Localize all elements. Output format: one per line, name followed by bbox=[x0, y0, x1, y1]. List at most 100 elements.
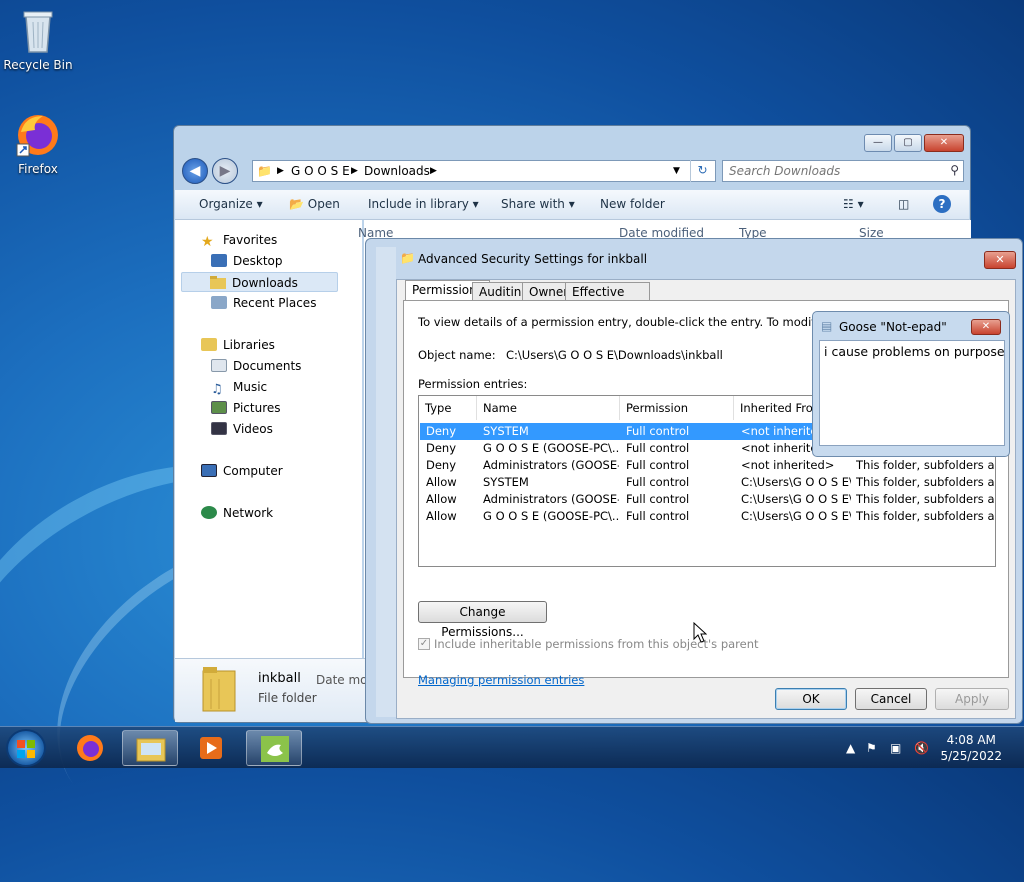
taskbar-firefox[interactable] bbox=[62, 730, 118, 766]
inherit-permissions-checkbox[interactable]: ✓ bbox=[418, 638, 430, 650]
open-label: Open bbox=[307, 197, 340, 211]
apply-button[interactable]: Apply bbox=[935, 688, 1009, 710]
row-applies: This folder, subfolders and... bbox=[856, 492, 994, 506]
maximize-button[interactable]: ▢ bbox=[894, 134, 922, 152]
preview-pane-icon[interactable]: ◫ bbox=[898, 197, 909, 211]
row-type: Allow bbox=[426, 475, 457, 489]
search-input[interactable] bbox=[723, 161, 933, 181]
firefox-icon bbox=[15, 112, 61, 158]
row-inherited: C:\Users\G O O S E\ bbox=[741, 475, 851, 489]
permission-row[interactable]: Allow G O O S E (GOOSE-PC\... Full contr… bbox=[420, 508, 994, 525]
tab-effective-permissions[interactable]: Effective Permissions bbox=[565, 282, 650, 313]
row-name: SYSTEM bbox=[483, 424, 529, 438]
row-type: Deny bbox=[426, 424, 457, 438]
organize-button[interactable]: Organize ▾ bbox=[199, 197, 263, 211]
notepad-title: Goose "Not-epad" bbox=[839, 320, 947, 334]
breadcrumb-item-downloads[interactable]: Downloads bbox=[364, 164, 430, 178]
row-name: Administrators (GOOSE-P... bbox=[483, 458, 619, 472]
header-permission[interactable]: Permission bbox=[620, 396, 734, 420]
mouse-cursor bbox=[693, 621, 708, 647]
help-icon[interactable]: ? bbox=[933, 195, 951, 213]
action-center-flag-icon[interactable]: ⚑ bbox=[866, 741, 877, 755]
nav-label: Recent Places bbox=[233, 296, 317, 310]
row-type: Allow bbox=[426, 509, 457, 523]
new-folder-button[interactable]: New folder bbox=[600, 197, 665, 211]
firefox-icon bbox=[77, 735, 103, 761]
explorer-icon bbox=[136, 738, 166, 762]
volume-muted-icon[interactable]: 🔇 bbox=[914, 741, 929, 755]
taskbar-clock[interactable]: 4:08 AM 5/25/2022 bbox=[940, 732, 1002, 764]
dialog-close-button[interactable]: ✕ bbox=[984, 251, 1016, 269]
star-icon: ★ bbox=[201, 234, 214, 250]
row-permission: Full control bbox=[626, 475, 690, 489]
row-inherited: <not inherited> bbox=[741, 458, 835, 472]
desktop-icon-recycle-bin[interactable]: Recycle Bin bbox=[0, 8, 76, 72]
permission-row[interactable]: Deny Administrators (GOOSE-P... Full con… bbox=[420, 457, 994, 474]
row-inherited: C:\Users\G O O S E\ bbox=[741, 492, 851, 506]
permission-entries-label: Permission entries: bbox=[418, 377, 528, 391]
view-options-icon[interactable]: ☷ ▾ bbox=[843, 197, 864, 211]
organize-label: Organize bbox=[199, 197, 253, 211]
tray-show-hidden-icon[interactable]: ▲ bbox=[846, 741, 855, 755]
nav-label: Computer bbox=[223, 464, 283, 478]
address-bar[interactable]: 📁 ▶ G O O S E ▶ Downloads ▶ ▼ bbox=[252, 160, 716, 182]
downloads-folder-icon bbox=[210, 275, 226, 289]
change-permissions-button[interactable]: Change Permissions... bbox=[418, 601, 547, 639]
refresh-icon[interactable]: ↻ bbox=[690, 160, 714, 182]
network-icon bbox=[201, 506, 217, 519]
desktop-icon bbox=[211, 254, 227, 267]
clock-date: 5/25/2022 bbox=[940, 749, 1002, 763]
nav-label: Pictures bbox=[233, 401, 281, 415]
taskbar: ▲ ⚑ ▣ 🔇 4:08 AM 5/25/2022 bbox=[0, 726, 1024, 768]
music-icon: ♫ bbox=[211, 382, 223, 397]
permission-row[interactable]: Allow Administrators (GOOSE-P... Full co… bbox=[420, 491, 994, 508]
header-type[interactable]: Type bbox=[419, 396, 477, 420]
details-name: inkball bbox=[258, 671, 301, 686]
nav-libraries[interactable]: Libraries bbox=[201, 335, 388, 355]
row-name: Administrators (GOOSE-P... bbox=[483, 492, 619, 506]
row-permission: Full control bbox=[626, 509, 690, 523]
open-button[interactable]: 📂 Open bbox=[289, 197, 340, 211]
search-icon[interactable]: ⚲ bbox=[950, 163, 959, 177]
folder-icon: 📁 bbox=[257, 164, 272, 178]
nav-label: Libraries bbox=[223, 338, 275, 352]
navigation-pane: ★ Favorites Desktop Downloads Recent Plac… bbox=[175, 220, 362, 658]
libraries-icon bbox=[201, 338, 217, 351]
row-permission: Full control bbox=[626, 441, 690, 455]
network-tray-icon[interactable]: ▣ bbox=[890, 741, 901, 755]
managing-permission-entries-link[interactable]: Managing permission entries bbox=[418, 673, 584, 687]
goose-icon bbox=[261, 736, 289, 762]
back-button[interactable]: ◀ bbox=[182, 158, 208, 184]
nav-network[interactable]: Network bbox=[201, 503, 388, 523]
permission-row[interactable]: Allow SYSTEM Full control C:\Users\G O O… bbox=[420, 474, 994, 491]
nav-label: Desktop bbox=[233, 254, 283, 268]
breadcrumb-arrow-icon: ▶ bbox=[351, 166, 358, 176]
close-button[interactable]: ✕ bbox=[924, 134, 964, 152]
share-with-button[interactable]: Share with ▾ bbox=[501, 197, 575, 211]
address-dropdown-icon[interactable]: ▼ bbox=[673, 166, 680, 176]
forward-button[interactable]: ▶ bbox=[212, 158, 238, 184]
nav-downloads[interactable]: Downloads bbox=[181, 272, 338, 292]
cancel-button[interactable]: Cancel bbox=[855, 688, 927, 710]
nav-label: Network bbox=[223, 506, 274, 520]
row-name: G O O S E (GOOSE-PC\... bbox=[483, 441, 619, 455]
minimize-button[interactable]: — bbox=[864, 134, 892, 152]
breadcrumb-item-user[interactable]: G O O S E bbox=[291, 164, 350, 178]
ok-button[interactable]: OK bbox=[775, 688, 847, 710]
header-name[interactable]: Name bbox=[477, 396, 620, 420]
desktop-icon-firefox[interactable]: Firefox bbox=[0, 112, 76, 176]
notepad-text-area[interactable]: i cause problems on purpose bbox=[819, 340, 1005, 446]
breadcrumb-arrow-icon: ▶ bbox=[277, 166, 284, 176]
goose-notepad-window: ▤ Goose "Not-epad" ✕ i cause problems on… bbox=[812, 311, 1010, 457]
taskbar-goose[interactable] bbox=[246, 730, 302, 766]
taskbar-explorer[interactable] bbox=[122, 730, 178, 766]
start-button[interactable] bbox=[6, 729, 46, 767]
taskbar-media-player[interactable] bbox=[182, 730, 238, 766]
notepad-close-button[interactable]: ✕ bbox=[971, 319, 1001, 335]
row-name: SYSTEM bbox=[483, 475, 529, 489]
search-box: ⚲ bbox=[722, 160, 964, 182]
nav-computer[interactable]: Computer bbox=[201, 461, 388, 481]
recent-places-icon bbox=[211, 296, 227, 309]
include-label: Include in library bbox=[368, 197, 469, 211]
include-in-library-button[interactable]: Include in library ▾ bbox=[368, 197, 479, 211]
